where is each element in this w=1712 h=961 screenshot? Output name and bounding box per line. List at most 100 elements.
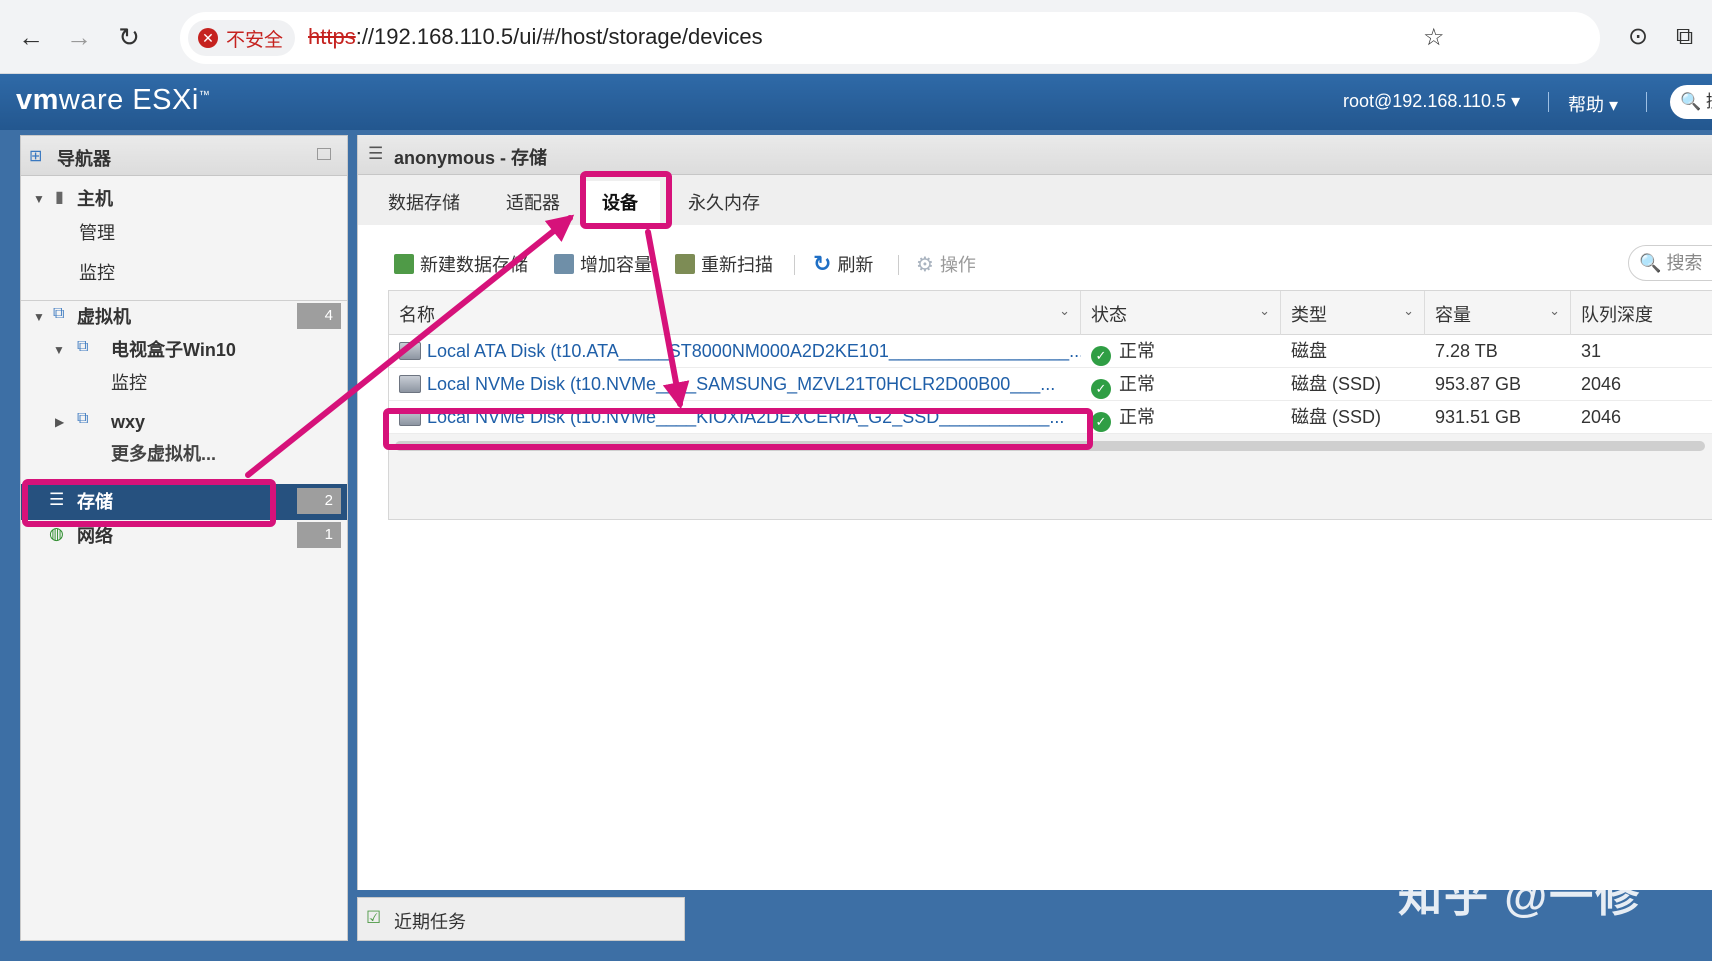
chevron-down-icon: ⌄ <box>1059 303 1070 318</box>
rescan-button[interactable]: 重新扫描 <box>675 251 773 277</box>
nav-item-manage[interactable]: 管理 <box>79 221 115 245</box>
url-path: ://192.168.110.5/ui/#/host/storage/devic… <box>355 24 763 49</box>
nav-item-monitor[interactable]: 监控 <box>79 261 115 285</box>
header-divider <box>1646 92 1647 112</box>
storage-icon: ☰ <box>49 490 65 509</box>
new-datastore-button[interactable]: 新建数据存储 <box>394 251 528 277</box>
expand-caret-icon[interactable]: ▼ <box>33 305 45 329</box>
column-header-status[interactable]: 状态 ⌄ <box>1081 291 1281 335</box>
device-name-cell[interactable]: Local ATA Disk (t10.ATA_____ST8000NM000A… <box>389 335 1081 368</box>
chevron-down-icon: ⌄ <box>1403 303 1414 318</box>
disk-icon <box>399 375 421 393</box>
navigator-panel: ⊞ 导航器 ▼ ▮ 主机 管理 监控 ▼ ⧉ 虚拟机 4 ▼ ⧉ 电视盒子Win… <box>20 135 348 941</box>
status-cell: ✓ 正常 <box>1081 401 1281 434</box>
security-chip[interactable]: ✕ 不安全 <box>188 20 296 56</box>
help-menu[interactable]: 帮助 ▾ <box>1568 91 1618 117</box>
tab-datastores[interactable]: 数据存储 <box>388 189 460 215</box>
increase-capacity-icon <box>554 254 574 274</box>
panel-header: ☰ anonymous - 存储 <box>358 135 1712 175</box>
increase-capacity-button[interactable]: 增加容量 <box>554 251 652 277</box>
navigator-header: ⊞ 导航器 <box>21 136 347 176</box>
ok-check-icon: ✓ <box>1091 346 1111 366</box>
tab-adapters[interactable]: 适配器 <box>506 189 560 215</box>
not-secure-icon: ✕ <box>198 28 218 48</box>
browser-toolbar: ← → ↻ ✕ 不安全 https://192.168.110.5/ui/#/h… <box>0 0 1712 74</box>
chevron-down-icon: ⌄ <box>1259 303 1270 318</box>
panel-title: anonymous - 存储 <box>394 148 548 168</box>
type-cell: 磁盘 <box>1291 341 1327 361</box>
table-row[interactable]: Local ATA Disk (t10.ATA_____ST8000NM000A… <box>389 335 1712 368</box>
nav-item-vm-monitor[interactable]: 监控 <box>111 371 147 395</box>
column-header-queue-depth[interactable]: 队列深度 <box>1571 291 1712 335</box>
capacity-cell: 953.87 GB <box>1435 374 1522 394</box>
table-row[interactable]: Local NVMe Disk (t10.NVMe____KIOXIA2DEXC… <box>389 401 1712 434</box>
tab-persistent-memory[interactable]: 永久内存 <box>688 189 760 215</box>
tasks-icon: ☑ <box>366 908 382 927</box>
user-menu[interactable]: root@192.168.110.5 ▾ <box>1343 91 1520 112</box>
refresh-icon: ↻ <box>813 251 832 276</box>
expand-caret-icon[interactable]: ▼ <box>33 187 45 211</box>
host-icon: ▮ <box>55 189 64 206</box>
queue-depth-cell: 2046 <box>1581 407 1622 427</box>
vm-icon: ⧉ <box>77 338 89 355</box>
column-header-name[interactable]: 名称 ⌄ <box>389 291 1081 335</box>
capacity-cell: 7.28 TB <box>1435 341 1498 361</box>
watermark: 知乎 @一修 <box>1398 872 1642 921</box>
storage-count-badge: 2 <box>297 488 341 514</box>
new-datastore-icon <box>394 254 414 274</box>
recent-tasks-label: 近期任务 <box>394 912 466 932</box>
device-name-cell[interactable]: Local NVMe Disk (t10.NVMe____SAMSUNG_MZV… <box>389 368 1081 401</box>
vm-icon: ⧉ <box>53 305 65 322</box>
divider <box>21 300 347 301</box>
reload-icon[interactable]: ↻ <box>112 20 146 54</box>
grid-search-input[interactable]: 🔍 搜索 <box>1628 245 1712 281</box>
address-bar[interactable]: ✕ 不安全 https://192.168.110.5/ui/#/host/st… <box>180 12 1600 64</box>
expand-caret-icon[interactable]: ▶ <box>55 410 64 434</box>
nav-item-network[interactable]: 网络 <box>77 524 113 548</box>
url-text[interactable]: https://192.168.110.5/ui/#/host/storage/… <box>308 24 763 50</box>
devices-table: 名称 ⌄ 状态 ⌄ 类型 ⌄ 容量 ⌄ 队列深度 Local ATA Disk (t10… <box>388 290 1712 520</box>
disk-icon <box>399 408 421 426</box>
refresh-button[interactable]: ↻ 刷新 <box>813 251 873 277</box>
network-icon: ◍ <box>49 524 64 543</box>
status-cell: ✓ 正常 <box>1081 368 1281 401</box>
navigator-title: 导航器 <box>57 149 111 169</box>
camera-icon[interactable]: ⊙ <box>1628 20 1648 54</box>
nav-item-more-vms[interactable]: 更多虚拟机... <box>111 442 216 466</box>
back-icon[interactable]: ← <box>14 20 48 54</box>
star-icon[interactable]: ☆ <box>1423 21 1445 55</box>
header-search-input[interactable]: 🔍 搜 <box>1670 85 1712 119</box>
column-header-type[interactable]: 类型 ⌄ <box>1281 291 1425 335</box>
disk-icon <box>399 342 421 360</box>
nav-item-vm-wxy[interactable]: wxy <box>111 410 145 434</box>
recent-tasks-bar[interactable]: ☑ 近期任务 <box>357 897 685 941</box>
forward-icon[interactable]: → <box>62 20 96 54</box>
type-cell: 磁盘 (SSD) <box>1291 407 1381 427</box>
nav-item-host[interactable]: 主机 <box>77 187 113 211</box>
expand-caret-icon[interactable]: ▼ <box>53 338 65 362</box>
navigator-icon: ⊞ <box>29 148 43 165</box>
vm-count-badge: 4 <box>297 303 341 329</box>
header-divider <box>1548 92 1549 112</box>
tab-bar: 数据存储 适配器 设备 永久内存 <box>358 175 1712 225</box>
url-scheme: https <box>308 24 356 49</box>
nav-item-vm-win10[interactable]: 电视盒子Win10 <box>111 338 236 362</box>
network-count-badge: 1 <box>297 522 341 548</box>
capacity-cell: 931.51 GB <box>1435 407 1522 427</box>
tab-devices[interactable]: 设备 <box>580 181 660 225</box>
nav-item-vms[interactable]: 虚拟机 <box>77 305 131 329</box>
rescan-icon <box>675 254 695 274</box>
vmware-esxi-logo: vmware ESXi™ <box>16 84 211 116</box>
ok-check-icon: ✓ <box>1091 412 1111 432</box>
puzzle-icon[interactable]: ⧉ <box>1676 20 1693 54</box>
toolbar: 新建数据存储 增加容量 重新扫描 ↻ 刷新 ⚙ 操作 🔍 搜索 <box>358 243 1712 283</box>
chevron-down-icon: ⌄ <box>1549 303 1560 318</box>
actions-button[interactable]: ⚙ 操作 <box>916 251 976 277</box>
device-name-cell[interactable]: Local NVMe Disk (t10.NVMe____KIOXIA2DEXC… <box>389 401 1081 434</box>
nav-item-storage[interactable]: 存储 <box>77 490 113 514</box>
table-row[interactable]: Local NVMe Disk (t10.NVMe____SAMSUNG_MZV… <box>389 368 1712 401</box>
gear-icon: ⚙ <box>916 253 934 276</box>
collapse-icon[interactable] <box>317 148 331 160</box>
horizontal-scrollbar[interactable] <box>395 441 1705 451</box>
column-header-capacity[interactable]: 容量 ⌄ <box>1425 291 1571 335</box>
